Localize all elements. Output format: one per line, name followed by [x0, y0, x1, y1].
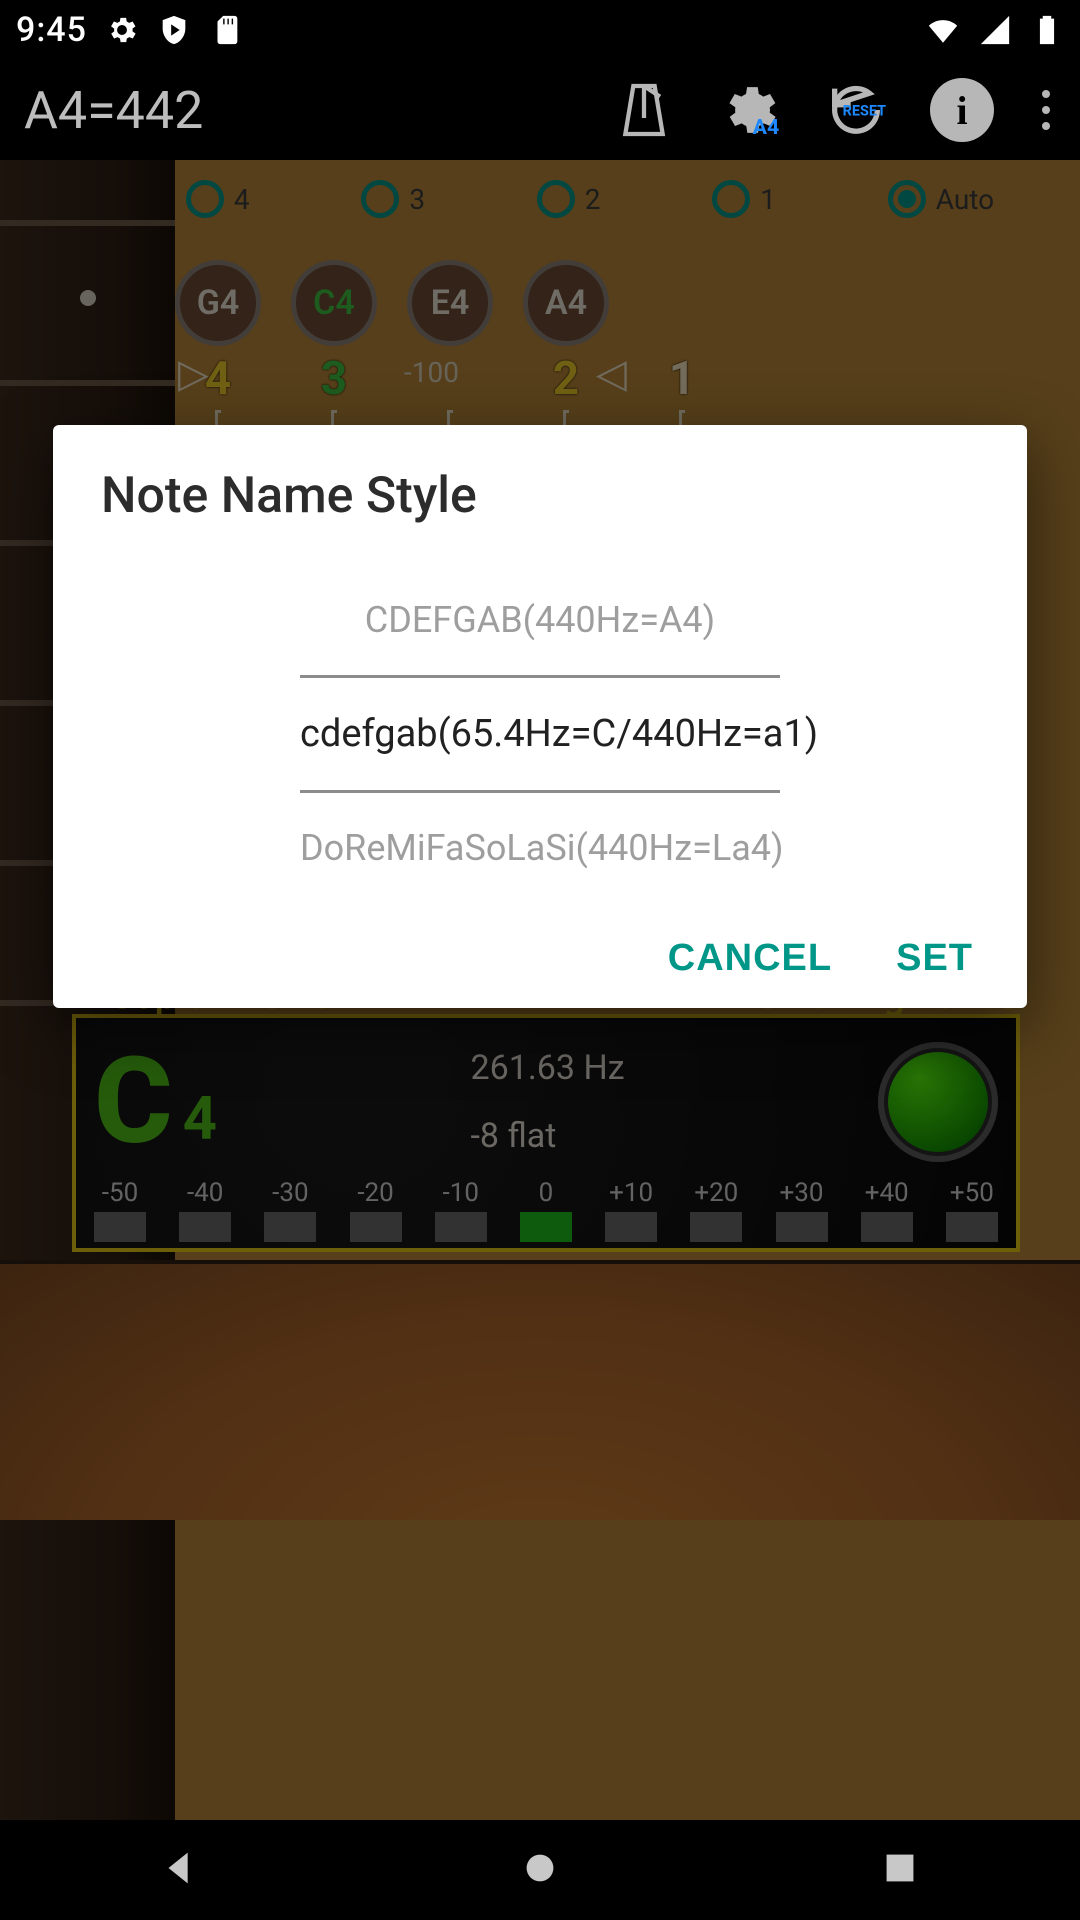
picker-option-1[interactable]: cdefgab(65.4Hz=C/440Hz=a1) [300, 675, 780, 793]
note-name-style-dialog: Note Name Style CDEFGAB(440Hz=A4) cdefga… [53, 425, 1027, 1008]
svg-text:A4: A4 [753, 115, 780, 140]
wifi-icon [926, 13, 960, 47]
home-button[interactable] [517, 1845, 563, 1895]
app-bar-title: A4=442 [24, 80, 602, 141]
overflow-menu-icon[interactable] [1036, 90, 1056, 130]
play-protect-icon [157, 13, 191, 47]
gear-icon [105, 13, 139, 47]
reset-icon[interactable]: RESET [824, 78, 888, 142]
settings-a4-icon[interactable]: A4 [718, 78, 782, 142]
set-button[interactable]: SET [896, 937, 973, 980]
picker-option-2[interactable]: DoReMiFaSoLaSi(440Hz=La4) [300, 793, 780, 903]
metronome-icon[interactable] [612, 78, 676, 142]
note-style-picker[interactable]: CDEFGAB(440Hz=A4) cdefgab(65.4Hz=C/440Hz… [101, 565, 979, 903]
recent-apps-button[interactable] [877, 1845, 923, 1895]
app-bar: A4=442 A4 RESET i [0, 60, 1080, 160]
picker-option-0[interactable]: CDEFGAB(440Hz=A4) [300, 565, 780, 675]
dialog-title: Note Name Style [101, 467, 979, 525]
status-bar: 9:45 [0, 0, 1080, 60]
cell-signal-icon [978, 13, 1012, 47]
status-clock: 9:45 [16, 10, 87, 50]
battery-icon [1030, 13, 1064, 47]
svg-text:RESET: RESET [843, 102, 886, 119]
cancel-button[interactable]: CANCEL [668, 937, 832, 980]
system-nav-bar [0, 1820, 1080, 1920]
info-icon[interactable]: i [930, 78, 994, 142]
sd-card-icon [209, 13, 243, 47]
back-button[interactable] [157, 1845, 203, 1895]
